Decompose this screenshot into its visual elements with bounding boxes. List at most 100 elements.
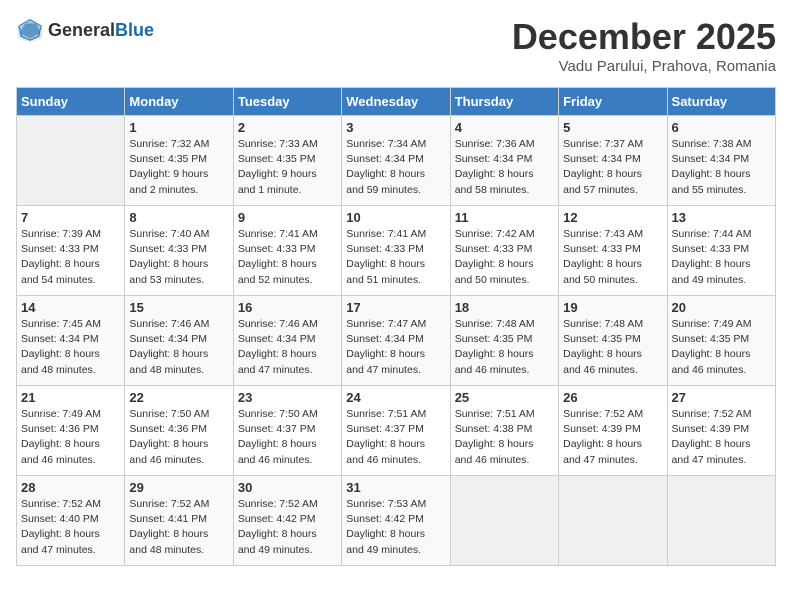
cell-info: Sunrise: 7:51 AMSunset: 4:37 PMDaylight:…	[346, 407, 445, 468]
calendar-cell: 6 Sunrise: 7:38 AMSunset: 4:34 PMDaylight…	[667, 116, 775, 206]
header-row: SundayMondayTuesdayWednesdayThursdayFrid…	[17, 88, 776, 116]
calendar-cell: 11 Sunrise: 7:42 AMSunset: 4:33 PMDayligh…	[450, 206, 558, 296]
header: GeneralBlue December 2025 Vadu Parului, …	[16, 16, 776, 75]
day-number: 27	[672, 390, 771, 405]
cell-info: Sunrise: 7:49 AMSunset: 4:36 PMDaylight:…	[21, 407, 120, 468]
day-number: 10	[346, 210, 445, 225]
day-number: 22	[129, 390, 228, 405]
day-number: 25	[455, 390, 554, 405]
cell-info: Sunrise: 7:42 AMSunset: 4:33 PMDaylight:…	[455, 227, 554, 288]
cell-info: Sunrise: 7:43 AMSunset: 4:33 PMDaylight:…	[563, 227, 662, 288]
cell-info: Sunrise: 7:48 AMSunset: 4:35 PMDaylight:…	[563, 317, 662, 378]
calendar-cell: 22 Sunrise: 7:50 AMSunset: 4:36 PMDayligh…	[125, 386, 233, 476]
day-number: 11	[455, 210, 554, 225]
calendar-cell: 19 Sunrise: 7:48 AMSunset: 4:35 PMDayligh…	[559, 296, 667, 386]
day-header: Saturday	[667, 88, 775, 116]
week-row: 14 Sunrise: 7:45 AMSunset: 4:34 PMDayligh…	[17, 296, 776, 386]
day-number: 7	[21, 210, 120, 225]
calendar-cell: 7 Sunrise: 7:39 AMSunset: 4:33 PMDaylight…	[17, 206, 125, 296]
calendar-cell: 16Sunrise: 7:46 AMSunset: 4:34 PMDayligh…	[233, 296, 341, 386]
calendar-cell	[559, 476, 667, 566]
calendar-cell: 5 Sunrise: 7:37 AMSunset: 4:34 PMDaylight…	[559, 116, 667, 206]
calendar-cell: 29Sunrise: 7:52 AMSunset: 4:41 PMDayligh…	[125, 476, 233, 566]
day-number: 24	[346, 390, 445, 405]
day-number: 30	[238, 480, 337, 495]
cell-info: Sunrise: 7:39 AMSunset: 4:33 PMDaylight:…	[21, 227, 120, 288]
day-number: 19	[563, 300, 662, 315]
day-number: 21	[21, 390, 120, 405]
cell-info: Sunrise: 7:53 AMSunset: 4:42 PMDaylight:…	[346, 497, 445, 558]
day-header: Friday	[559, 88, 667, 116]
calendar-cell: 20Sunrise: 7:49 AMSunset: 4:35 PMDayligh…	[667, 296, 775, 386]
calendar-cell: 1 Sunrise: 7:32 AMSunset: 4:35 PMDaylight…	[125, 116, 233, 206]
cell-info: Sunrise: 7:51 AMSunset: 4:38 PMDaylight:…	[455, 407, 554, 468]
cell-info: Sunrise: 7:48 AMSunset: 4:35 PMDaylight:…	[455, 317, 554, 378]
calendar-cell: 30Sunrise: 7:52 AMSunset: 4:42 PMDayligh…	[233, 476, 341, 566]
calendar-cell: 8 Sunrise: 7:40 AMSunset: 4:33 PMDaylight…	[125, 206, 233, 296]
week-row: 1 Sunrise: 7:32 AMSunset: 4:35 PMDaylight…	[17, 116, 776, 206]
week-row: 7 Sunrise: 7:39 AMSunset: 4:33 PMDaylight…	[17, 206, 776, 296]
calendar-cell: 15Sunrise: 7:46 AMSunset: 4:34 PMDayligh…	[125, 296, 233, 386]
cell-info: Sunrise: 7:40 AMSunset: 4:33 PMDaylight:…	[129, 227, 228, 288]
cell-info: Sunrise: 7:38 AMSunset: 4:34 PMDaylight:…	[672, 137, 771, 198]
day-number: 6	[672, 120, 771, 135]
calendar-cell	[667, 476, 775, 566]
cell-info: Sunrise: 7:50 AMSunset: 4:36 PMDaylight:…	[129, 407, 228, 468]
calendar-cell: 2 Sunrise: 7:33 AMSunset: 4:35 PMDaylight…	[233, 116, 341, 206]
calendar-cell	[450, 476, 558, 566]
day-number: 5	[563, 120, 662, 135]
day-number: 20	[672, 300, 771, 315]
day-number: 1	[129, 120, 228, 135]
cell-info: Sunrise: 7:37 AMSunset: 4:34 PMDaylight:…	[563, 137, 662, 198]
day-header: Wednesday	[342, 88, 450, 116]
day-number: 14	[21, 300, 120, 315]
cell-info: Sunrise: 7:52 AMSunset: 4:40 PMDaylight:…	[21, 497, 120, 558]
calendar-cell	[17, 116, 125, 206]
cell-info: Sunrise: 7:36 AMSunset: 4:34 PMDaylight:…	[455, 137, 554, 198]
cell-info: Sunrise: 7:45 AMSunset: 4:34 PMDaylight:…	[21, 317, 120, 378]
calendar-cell: 25 Sunrise: 7:51 AMSunset: 4:38 PMDayligh…	[450, 386, 558, 476]
day-number: 28	[21, 480, 120, 495]
calendar-cell: 27 Sunrise: 7:52 AMSunset: 4:39 PMDayligh…	[667, 386, 775, 476]
week-row: 28 Sunrise: 7:52 AMSunset: 4:40 PMDayligh…	[17, 476, 776, 566]
cell-info: Sunrise: 7:50 AMSunset: 4:37 PMDaylight:…	[238, 407, 337, 468]
logo-icon	[16, 16, 44, 44]
calendar-cell: 10 Sunrise: 7:41 AMSunset: 4:33 PMDayligh…	[342, 206, 450, 296]
day-header: Monday	[125, 88, 233, 116]
calendar-cell: 23 Sunrise: 7:50 AMSunset: 4:37 PMDayligh…	[233, 386, 341, 476]
logo: GeneralBlue	[16, 16, 154, 44]
calendar-cell: 4 Sunrise: 7:36 AMSunset: 4:34 PMDaylight…	[450, 116, 558, 206]
cell-info: Sunrise: 7:32 AMSunset: 4:35 PMDaylight:…	[129, 137, 228, 198]
month-title: December 2025	[512, 16, 776, 58]
calendar-cell: 12 Sunrise: 7:43 AMSunset: 4:33 PMDayligh…	[559, 206, 667, 296]
day-number: 16	[238, 300, 337, 315]
day-number: 23	[238, 390, 337, 405]
title-area: December 2025 Vadu Parului, Prahova, Rom…	[512, 16, 776, 75]
calendar-table: SundayMondayTuesdayWednesdayThursdayFrid…	[16, 87, 776, 566]
day-number: 29	[129, 480, 228, 495]
day-number: 8	[129, 210, 228, 225]
day-header: Tuesday	[233, 88, 341, 116]
day-header: Thursday	[450, 88, 558, 116]
day-number: 12	[563, 210, 662, 225]
day-number: 3	[346, 120, 445, 135]
calendar-cell: 24 Sunrise: 7:51 AMSunset: 4:37 PMDayligh…	[342, 386, 450, 476]
calendar-cell: 31Sunrise: 7:53 AMSunset: 4:42 PMDayligh…	[342, 476, 450, 566]
cell-info: Sunrise: 7:44 AMSunset: 4:33 PMDaylight:…	[672, 227, 771, 288]
day-number: 9	[238, 210, 337, 225]
cell-info: Sunrise: 7:41 AMSunset: 4:33 PMDaylight:…	[238, 227, 337, 288]
week-row: 21 Sunrise: 7:49 AMSunset: 4:36 PMDayligh…	[17, 386, 776, 476]
day-number: 4	[455, 120, 554, 135]
calendar-cell: 9 Sunrise: 7:41 AMSunset: 4:33 PMDaylight…	[233, 206, 341, 296]
calendar-cell: 21 Sunrise: 7:49 AMSunset: 4:36 PMDayligh…	[17, 386, 125, 476]
cell-info: Sunrise: 7:47 AMSunset: 4:34 PMDaylight:…	[346, 317, 445, 378]
day-number: 15	[129, 300, 228, 315]
day-number: 2	[238, 120, 337, 135]
cell-info: Sunrise: 7:33 AMSunset: 4:35 PMDaylight:…	[238, 137, 337, 198]
logo-text: GeneralBlue	[48, 20, 154, 41]
cell-info: Sunrise: 7:52 AMSunset: 4:39 PMDaylight:…	[672, 407, 771, 468]
cell-info: Sunrise: 7:41 AMSunset: 4:33 PMDaylight:…	[346, 227, 445, 288]
day-header: Sunday	[17, 88, 125, 116]
subtitle: Vadu Parului, Prahova, Romania	[512, 58, 776, 75]
calendar-cell: 13Sunrise: 7:44 AMSunset: 4:33 PMDayligh…	[667, 206, 775, 296]
